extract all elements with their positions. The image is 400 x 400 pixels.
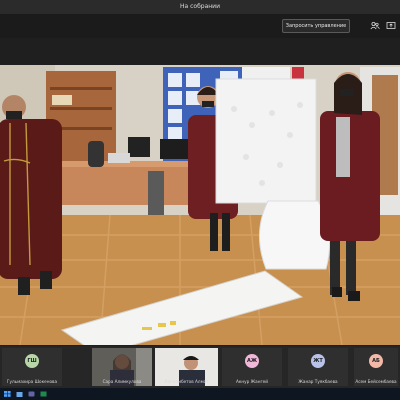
people-icon[interactable] xyxy=(370,21,380,31)
participant-tile[interactable]: ГШ Гульмахира Шокенова xyxy=(2,348,62,386)
participant-name: Лагмамбетов Алмат xyxy=(164,379,209,384)
classroom-video-frame xyxy=(0,65,400,345)
excel-icon[interactable] xyxy=(40,391,47,397)
shared-video-stage xyxy=(0,65,400,345)
participant-name: Акнур Жангей xyxy=(236,379,268,384)
windows-icon[interactable] xyxy=(4,391,11,397)
participant-name: Гульмахира Шокенова xyxy=(6,379,58,384)
participant-name: Асем Бейсембаева xyxy=(355,379,397,384)
taskbar xyxy=(0,388,400,400)
participant-name: Сара Алимкулова xyxy=(102,379,142,384)
participant-tile[interactable]: ЖТ Жанар Туякбаева xyxy=(288,348,348,386)
teams-icon[interactable] xyxy=(28,391,35,397)
avatar: АЖ xyxy=(245,354,259,368)
participant-tile[interactable]: АБ Асем Бейсембаева xyxy=(354,348,398,386)
request-control-button[interactable]: Запросить управление xyxy=(282,19,350,33)
participant-name: Жанар Туякбаева xyxy=(298,379,338,384)
share-icon[interactable] xyxy=(386,21,396,31)
meeting-toolbar: Запросить управление xyxy=(0,14,400,38)
avatar: ГШ xyxy=(25,354,39,368)
participant-camera-tile[interactable]: Сара Алимкулова xyxy=(92,348,152,386)
participant-camera-tile[interactable]: Лагмамбетов Алмат xyxy=(155,348,218,386)
avatar: ЖТ xyxy=(311,354,325,368)
window-title-bar: На собрании xyxy=(0,0,400,14)
window-title: На собрании xyxy=(180,3,220,10)
store-icon[interactable] xyxy=(16,391,23,397)
participants-strip: ГШ Гульмахира Шокенова Сара Алимкулова Л… xyxy=(0,346,400,388)
avatar: АБ xyxy=(369,354,383,368)
participant-tile[interactable]: АЖ Акнур Жангей xyxy=(222,348,282,386)
